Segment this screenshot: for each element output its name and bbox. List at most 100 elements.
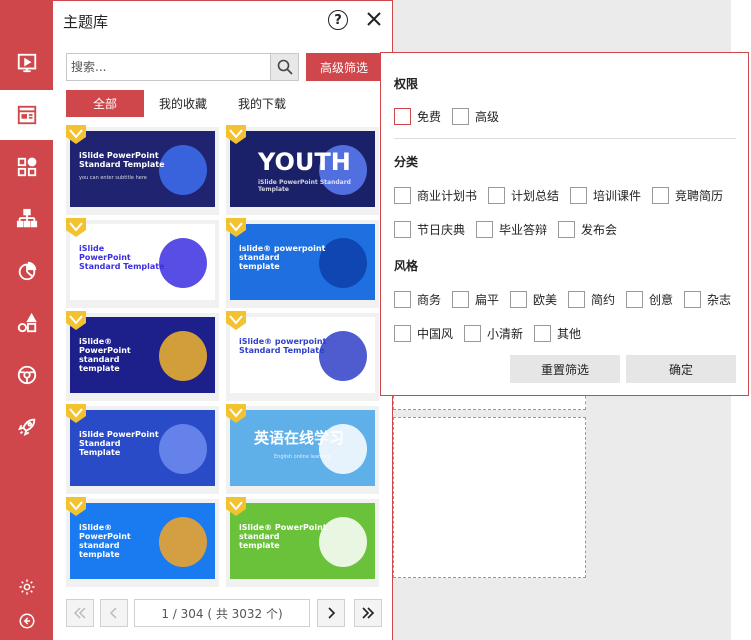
thumbnail-illustration	[159, 517, 207, 567]
prev-page-icon[interactable]	[100, 599, 128, 627]
option-festival[interactable]: 节日庆典	[394, 221, 465, 238]
template-card[interactable]: iSlide PowerPoint Standard Template	[66, 404, 219, 494]
last-page-icon[interactable]	[354, 599, 382, 627]
option-label: 扁平	[475, 293, 500, 307]
divider	[394, 138, 736, 139]
checkbox[interactable]	[626, 291, 643, 308]
search-input[interactable]	[67, 54, 267, 80]
option-flat[interactable]: 扁平	[452, 291, 499, 308]
advanced-filter-button[interactable]: 高级筛选	[306, 53, 382, 81]
tab-downloads[interactable]: 我的下载	[227, 90, 297, 117]
reset-filter-button[interactable]: 重置筛选	[510, 355, 620, 383]
checkbox[interactable]	[394, 108, 411, 125]
premium-badge-icon	[66, 125, 86, 144]
search-icon[interactable]	[270, 54, 298, 80]
template-thumbnail: iSlide® PowerPoint standard template	[230, 503, 375, 579]
option-label: 中国风	[417, 327, 454, 341]
checkbox[interactable]	[394, 325, 411, 342]
diagram-icon[interactable]	[0, 194, 53, 244]
collapse-icon[interactable]	[0, 596, 53, 640]
template-card[interactable]: iSlide® powerpoint Standard Template	[226, 311, 379, 401]
checkbox[interactable]	[684, 291, 701, 308]
option-label: 其他	[557, 327, 582, 341]
icons-library-icon[interactable]	[0, 298, 53, 348]
tab-all[interactable]: 全部	[66, 90, 144, 117]
template-thumbnail: iSlide PowerPoint Standard Template you c…	[70, 131, 215, 207]
option-plan-summary[interactable]: 计划总结	[488, 187, 559, 204]
thumbnail-illustration	[159, 331, 207, 381]
option-label: 毕业答辩	[499, 223, 548, 237]
premium-badge-icon	[226, 497, 246, 516]
checkbox[interactable]	[570, 187, 587, 204]
template-title: iSlide® PowerPoint standard template	[79, 523, 131, 559]
option-creative[interactable]: 创意	[626, 291, 673, 308]
template-thumbnail: islide® powerpoint standard template	[230, 224, 375, 300]
option-label: 杂志	[707, 293, 732, 307]
checkbox[interactable]	[568, 291, 585, 308]
option-fresh[interactable]: 小清新	[464, 325, 523, 342]
template-title: YOUTH	[258, 148, 351, 176]
option-magazine[interactable]: 杂志	[684, 291, 731, 308]
checkbox[interactable]	[558, 221, 575, 238]
option-free[interactable]: 免费	[394, 108, 441, 125]
option-label: 商务	[417, 293, 442, 307]
premium-badge-icon	[66, 218, 86, 237]
option-business[interactable]: 商务	[394, 291, 441, 308]
advanced-filter-popup: 权限 免费 高级 分类 商业计划书 计划总结 培训课件 竞聘简历 节日庆典 毕业…	[380, 52, 749, 396]
option-label: 简约	[591, 293, 616, 307]
option-label: 发布会	[581, 223, 618, 237]
checkbox[interactable]	[510, 291, 527, 308]
slide-placeholder	[393, 417, 586, 578]
rocket-icon[interactable]	[0, 402, 53, 452]
premium-badge-icon	[66, 311, 86, 330]
option-training[interactable]: 培训课件	[570, 187, 641, 204]
template-title: iSlide® powerpoint Standard Template	[239, 337, 327, 355]
template-card[interactable]: iSlide® PowerPoint standard template	[66, 497, 219, 587]
chart-icon[interactable]	[0, 246, 53, 296]
option-label: 竞聘简历	[675, 189, 724, 203]
option-chinese-style[interactable]: 中国风	[394, 325, 453, 342]
option-western[interactable]: 欧美	[510, 291, 557, 308]
checkbox[interactable]	[476, 221, 493, 238]
option-resume[interactable]: 竞聘简历	[652, 187, 723, 204]
shapes-icon[interactable]	[0, 142, 53, 192]
checkbox[interactable]	[534, 325, 551, 342]
tab-favorites[interactable]: 我的收藏	[148, 90, 218, 117]
first-page-icon[interactable]	[66, 599, 94, 627]
option-premium[interactable]: 高级	[452, 108, 499, 125]
template-card[interactable]: iSlide® PowerPoint standard template	[66, 311, 219, 401]
checkbox[interactable]	[394, 291, 411, 308]
template-card[interactable]: 英语在线学习 English online learning	[226, 404, 379, 494]
template-title: iSlide PowerPoint Standard Template	[79, 151, 165, 169]
checkbox[interactable]	[452, 291, 469, 308]
checkbox[interactable]	[464, 325, 481, 342]
checkbox[interactable]	[488, 187, 505, 204]
option-minimal[interactable]: 简约	[568, 291, 615, 308]
photos-icon[interactable]	[0, 350, 53, 400]
premium-badge-icon	[226, 218, 246, 237]
slideshow-icon[interactable]	[0, 38, 53, 88]
template-thumbnail: iSlide® PowerPoint standard template	[70, 317, 215, 393]
checkbox[interactable]	[652, 187, 669, 204]
option-launch[interactable]: 发布会	[558, 221, 617, 238]
next-page-icon[interactable]	[317, 599, 345, 627]
checkbox[interactable]	[452, 108, 469, 125]
template-card[interactable]: iSlide PowerPoint Standard Template you c…	[66, 125, 219, 215]
template-card[interactable]: iSlide® PowerPoint standard template	[226, 497, 379, 587]
section-title-category: 分类	[394, 155, 419, 169]
template-thumbnail: iSlide PowerPoint Standard Template	[70, 224, 215, 300]
confirm-button[interactable]: 确定	[626, 355, 736, 383]
template-card[interactable]: YOUTH iSlide PowerPoint Standard Template	[226, 125, 379, 215]
close-icon[interactable]	[363, 7, 385, 31]
option-other[interactable]: 其他	[534, 325, 581, 342]
option-business-plan[interactable]: 商业计划书	[394, 187, 477, 204]
checkbox[interactable]	[394, 187, 411, 204]
theme-library-icon[interactable]	[0, 90, 53, 140]
template-title: 英语在线学习	[254, 429, 345, 447]
template-card[interactable]: iSlide PowerPoint Standard Template	[66, 218, 219, 308]
option-graduation[interactable]: 毕业答辩	[476, 221, 547, 238]
help-icon[interactable]: ?	[328, 10, 348, 30]
template-card[interactable]: islide® powerpoint standard template	[226, 218, 379, 308]
checkbox[interactable]	[394, 221, 411, 238]
option-label: 培训课件	[593, 189, 642, 203]
